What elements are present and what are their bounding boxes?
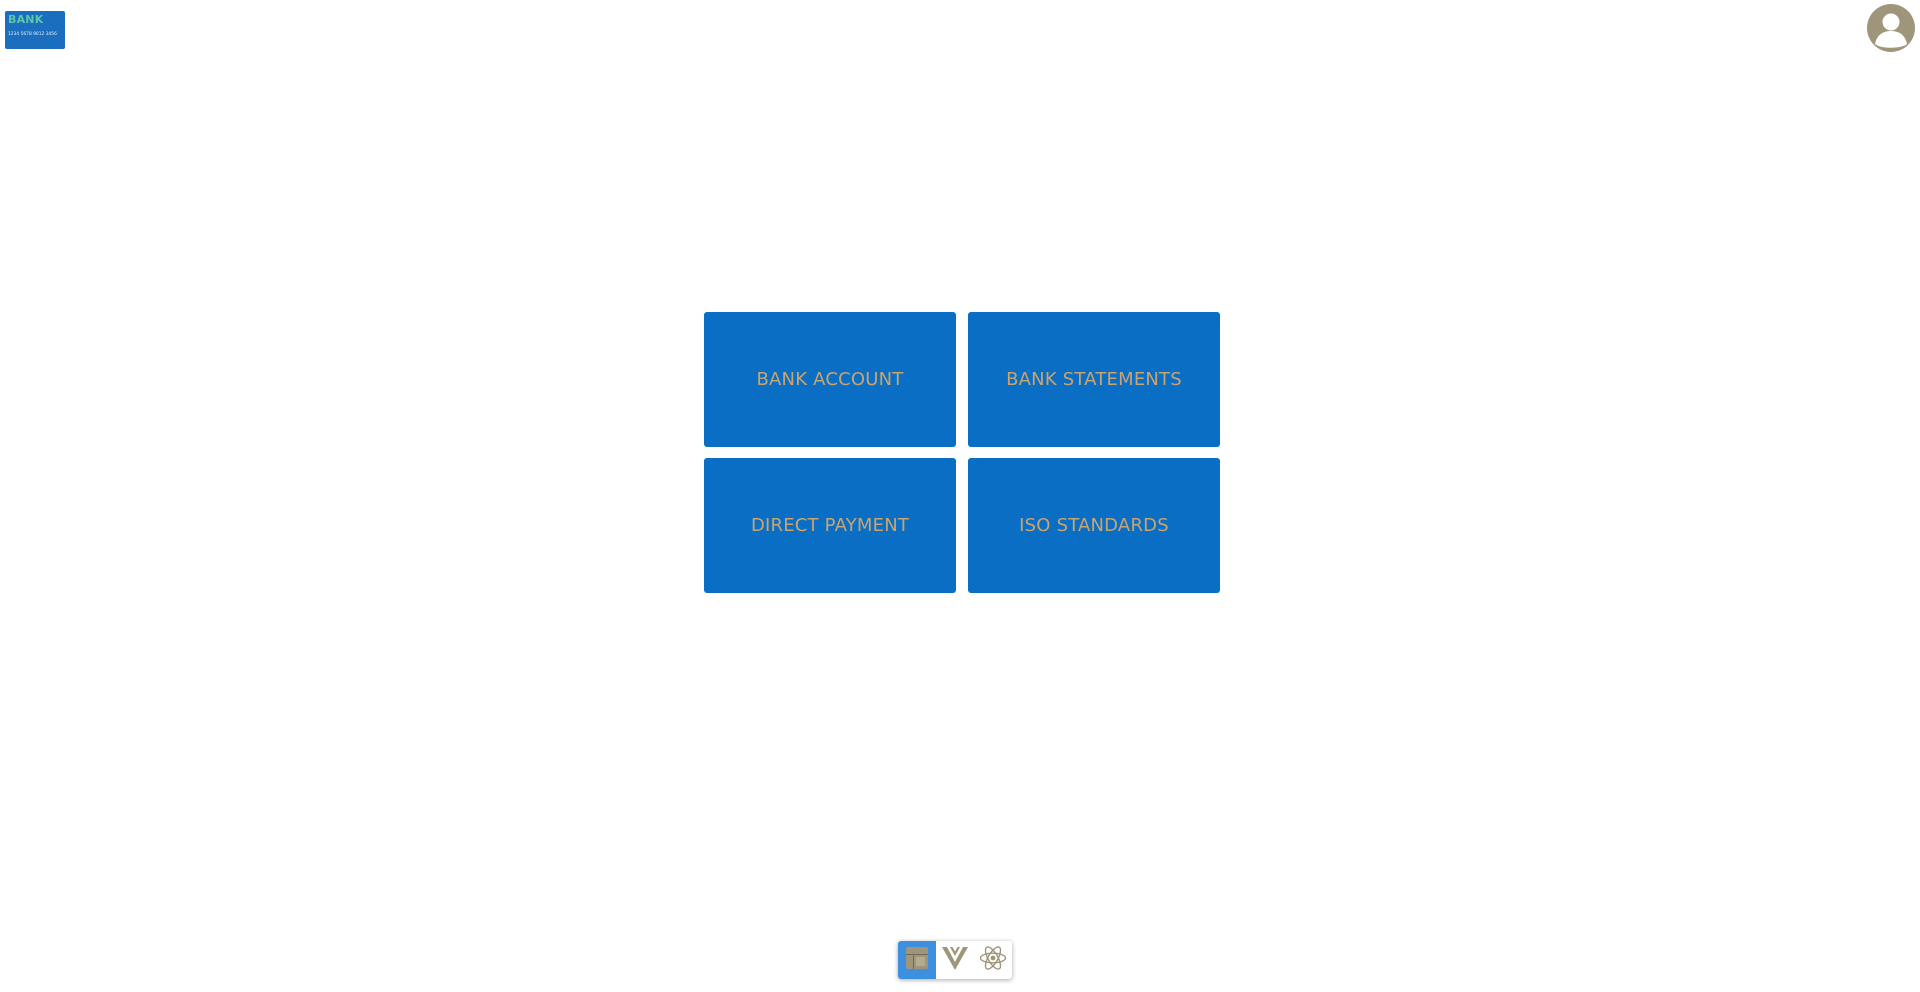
app-grid-icon (904, 945, 930, 975)
user-avatar-button[interactable] (1867, 4, 1915, 52)
dock-item-grid[interactable] (898, 941, 936, 979)
framework-dock (898, 941, 1012, 979)
vue-logo-icon (941, 945, 969, 975)
dock-item-vue[interactable] (936, 941, 974, 979)
main-menu-grid: BANK ACCOUNT BANK STATEMENTS DIRECT PAYM… (704, 312, 1220, 593)
logo-title: BANK (8, 13, 44, 26)
tile-iso-standards[interactable]: ISO STANDARDS (968, 458, 1220, 593)
dock-item-react[interactable] (974, 941, 1012, 979)
tile-direct-payment[interactable]: DIRECT PAYMENT (704, 458, 956, 593)
app-root: BANK 1234 5678 9012 3456 BANK ACCOUNT BA… (0, 0, 1920, 992)
user-avatar-icon (1867, 4, 1915, 52)
tile-bank-account[interactable]: BANK ACCOUNT (704, 312, 956, 447)
tile-bank-statements[interactable]: BANK STATEMENTS (968, 312, 1220, 447)
bank-logo[interactable]: BANK 1234 5678 9012 3456 (5, 11, 65, 49)
react-logo-icon (978, 943, 1008, 977)
logo-card-number: 1234 5678 9012 3456 (8, 32, 57, 37)
